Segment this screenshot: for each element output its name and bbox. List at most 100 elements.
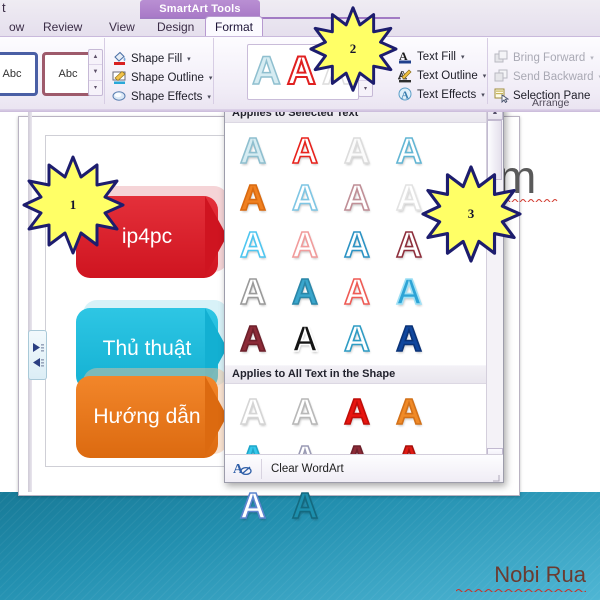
wordart-style-letter: A: [395, 129, 423, 171]
wordart-style-letter: A: [239, 317, 267, 359]
tab-view[interactable]: View: [100, 18, 144, 36]
shape-fill-label: Shape Fill: [131, 52, 183, 65]
wordart-quick-sample-1[interactable]: A: [251, 47, 281, 95]
pencil-outline-icon: [112, 70, 127, 85]
shape-style-scroll-up[interactable]: ▲: [89, 50, 102, 66]
wordart-style-selected-1-1[interactable]: A: [331, 174, 383, 221]
text-effects-button[interactable]: A Text Effects ▾: [398, 85, 485, 104]
wordart-style-selected-3-3[interactable]: A: [331, 315, 383, 362]
tab-review[interactable]: Review: [34, 18, 91, 36]
shape-outline-button[interactable]: Shape Outline ▾: [112, 68, 212, 87]
wordart-style-letter: A: [291, 317, 319, 359]
shape-effects-label: Shape Effects: [131, 90, 203, 103]
clear-wordart-icon: A: [233, 462, 252, 477]
text-pane-toggle-icon: [32, 343, 44, 352]
wordart-style-selected-3-1[interactable]: A: [227, 315, 279, 362]
wordart-style-letter: A: [343, 270, 371, 312]
wordart-style-all-1-4[interactable]: A: [279, 482, 331, 529]
wordart-style-letter: A: [343, 176, 371, 218]
wordart-style-selected-2-0[interactable]: A: [331, 221, 383, 268]
tab-format[interactable]: Format: [205, 16, 264, 37]
callout-star-3: 3: [410, 165, 532, 263]
wordart-style-selected-1-4[interactable]: A: [279, 221, 331, 268]
wordart-style-all-0-3[interactable]: A: [383, 388, 435, 435]
shape-style-scroll-down[interactable]: ▼: [89, 65, 102, 81]
wordart-style-letter: A: [239, 129, 267, 171]
send-backward-button[interactable]: Send Backward ▾: [494, 67, 600, 86]
clear-wordart-menu-item[interactable]: A Clear WordArt: [225, 454, 503, 482]
chevron-down-icon: ▾: [208, 74, 213, 82]
wordart-style-letter: A: [343, 129, 371, 171]
shape-style-more[interactable]: ▾: [89, 81, 102, 95]
resize-grip[interactable]: [493, 473, 500, 482]
wordart-style-letter: A: [291, 390, 319, 432]
chevron-down-icon: ▾: [481, 91, 485, 99]
wordart-style-all-0-1[interactable]: A: [279, 388, 331, 435]
wordart-style-letter: A: [239, 223, 267, 265]
text-outline-button[interactable]: A Text Outline ▾: [398, 66, 486, 85]
group-separator-2: [213, 38, 214, 104]
wordart-style-letter: A: [395, 317, 423, 359]
wordart-gallery-scrollbar[interactable]: ▲ ▼: [486, 104, 503, 464]
send-backward-label: Send Backward: [513, 70, 594, 83]
wordart-style-letter: A: [239, 390, 267, 432]
bring-forward-label: Bring Forward: [513, 51, 586, 64]
paint-bucket-icon: [112, 51, 127, 66]
chevron-down-icon: ▾: [187, 55, 191, 63]
wordart-section-all-header: Applies to All Text in the Shape: [225, 365, 503, 384]
send-backward-icon: [494, 69, 509, 84]
shape-style-thumb-1[interactable]: Abc: [0, 52, 38, 96]
chevron-down-icon: ▾: [590, 54, 594, 62]
tab-design[interactable]: Design: [148, 18, 203, 36]
smartart-shape-3-label: Hướng dẫn: [93, 405, 201, 429]
wordart-style-letter: A: [291, 270, 319, 312]
wordart-style-selected-0-1[interactable]: A: [279, 127, 331, 174]
text-effects-label: Text Effects: [417, 88, 477, 101]
bring-forward-icon: [494, 50, 509, 65]
wordart-style-selected-2-4[interactable]: A: [331, 268, 383, 315]
smartart-shape-3[interactable]: Hướng dẫn: [76, 376, 218, 458]
chevron-down-icon: ▾: [482, 72, 487, 80]
callout-star-2: 2: [298, 6, 408, 92]
wordart-style-selected-1-3[interactable]: A: [227, 221, 279, 268]
smartart-text-pane-toggle[interactable]: [28, 330, 47, 380]
wordart-style-letter: A: [343, 317, 371, 359]
chevron-down-icon: ▾: [460, 53, 465, 61]
wordart-style-letter: A: [395, 270, 423, 312]
text-fill-label: Text Fill: [417, 50, 456, 63]
wordart-style-all-0-2[interactable]: A: [331, 388, 383, 435]
wordart-gallery-dropdown[interactable]: Applies to Selected Text AAAAAAAAAAAAAAA…: [224, 103, 504, 524]
svg-text:A: A: [233, 462, 244, 477]
tab-window[interactable]: ow: [0, 18, 33, 36]
wordart-style-letter: A: [291, 129, 319, 171]
ribbon-bottom-border: [0, 109, 600, 112]
wordart-style-all-1-3[interactable]: A: [227, 482, 279, 529]
shape-effects-button[interactable]: Shape Effects ▾: [112, 87, 211, 106]
wordart-style-selected-0-2[interactable]: A: [331, 127, 383, 174]
chevron-down-icon: ▾: [207, 93, 211, 101]
shape-fill-button[interactable]: Shape Fill ▾: [112, 49, 191, 68]
wordart-style-all-0-0[interactable]: A: [227, 388, 279, 435]
shape-style-gallery-scroller[interactable]: ▲ ▼ ▾: [88, 49, 103, 96]
selection-pane-icon: [494, 88, 510, 104]
text-outline-label: Text Outline: [417, 69, 478, 82]
wordart-style-selected-2-3[interactable]: A: [279, 268, 331, 315]
group-separator-3: [487, 38, 488, 104]
bring-forward-button[interactable]: Bring Forward ▾: [494, 48, 594, 67]
wordart-style-selected-1-0[interactable]: A: [279, 174, 331, 221]
wordart-style-selected-0-4[interactable]: A: [227, 174, 279, 221]
wordart-style-letter: A: [291, 176, 319, 218]
callout-star-3-number: 3: [467, 206, 475, 221]
shape-style-thumb-2[interactable]: Abc: [42, 52, 94, 96]
text-pane-toggle-icon-2: [32, 358, 44, 367]
wordart-style-selected-3-0[interactable]: A: [383, 268, 435, 315]
shape-outline-label: Shape Outline: [131, 71, 204, 84]
group-separator-1: [104, 38, 105, 104]
wordart-style-letter: A: [395, 390, 423, 432]
wordart-style-letter: A: [291, 223, 319, 265]
wordart-style-selected-3-4[interactable]: A: [383, 315, 435, 362]
wordart-style-letter: A: [291, 484, 319, 526]
wordart-style-selected-2-2[interactable]: A: [227, 268, 279, 315]
wordart-style-selected-0-0[interactable]: A: [227, 127, 279, 174]
wordart-style-selected-3-2[interactable]: A: [279, 315, 331, 362]
